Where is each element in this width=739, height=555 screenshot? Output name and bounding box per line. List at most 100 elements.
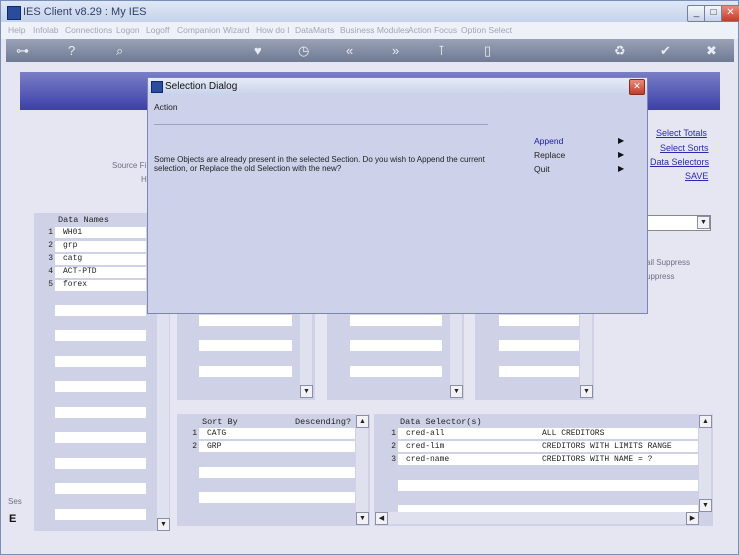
scroll-down-icon[interactable]: ▼ [300,385,313,398]
list-item[interactable]: GRP [207,442,221,451]
search-icon[interactable]: ⌕ [116,43,123,59]
data-names-header: Data Names [58,215,110,225]
select-totals-link[interactable]: Select Totals [656,128,707,138]
list-item-description: ALL CREDITORS [542,429,605,438]
pin-icon[interactable]: ⊺ [438,43,445,59]
list-item[interactable]: CATG [207,429,226,438]
quit-option-label: Quit [534,164,550,174]
selection-dialog: Selection Dialog ✕ Action Some Objects a… [147,77,648,314]
scroll-down-icon[interactable]: ▼ [356,512,369,525]
help-icon[interactable]: ? [68,43,75,58]
list-item-number: 5 [48,280,53,289]
title-bar: IES Client v8.29 : My IES _ □ ✕ [1,1,739,22]
list-panel-4-scrollbar[interactable]: ▼ [580,312,593,398]
list-item[interactable]: WH01 [63,228,82,237]
list-item-number: 4 [48,267,53,276]
menu-logon[interactable]: Logon [116,25,140,35]
menu-option-select[interactable]: Option Select [461,25,512,35]
chevron-right-icon: ▶ [618,136,625,145]
scroll-up-icon[interactable]: ▲ [356,415,369,428]
divider [154,124,488,125]
list-item-number: 1 [391,429,396,438]
e-mark: E [9,513,17,525]
menu-how-do-i[interactable]: How do I [256,25,290,35]
document-icon[interactable]: ▯ [484,43,491,59]
key-icon[interactable]: ⊶ [16,43,29,59]
sort-by-scrollbar[interactable]: ▲ ▼ [356,414,369,525]
h-label: H [141,175,147,184]
list-panel-3: ▼ [327,312,464,400]
list-panel-4: ▼ [475,312,594,400]
chevron-right-icon: ▶ [618,150,625,159]
descending-header: Descending? [295,417,352,427]
dialog-close-button[interactable]: ✕ [629,79,645,95]
app-icon [7,6,21,20]
list-panel-2: ▼ [177,312,315,400]
append-option-label: Append [534,136,564,146]
list-item-description: CREDITORS WITH NAME = ? [542,455,653,464]
list-panel-3-scrollbar[interactable]: ▼ [450,312,463,398]
menu-connections[interactable]: Connections [65,25,112,35]
list-item[interactable]: grp [63,241,77,250]
chevron-right-icon: ▶ [618,164,625,173]
menu-companion[interactable]: Companion [177,25,220,35]
scroll-down-icon[interactable]: ▼ [699,499,712,512]
check-icon[interactable]: ✔ [660,43,671,59]
list-item[interactable]: forex [63,280,87,289]
menu-help[interactable]: Help [8,25,25,35]
dialog-title: Selection Dialog [165,81,238,92]
list-item-number: 2 [192,442,197,451]
list-item-number: 2 [391,442,396,451]
session-label: Ses [8,497,22,506]
rewind-icon[interactable]: « [346,43,353,58]
app-icon [151,81,163,93]
append-option[interactable]: Append ▶ [534,135,626,147]
list-panel-2-scrollbar[interactable]: ▼ [300,312,313,398]
data-selectors-hscrollbar[interactable]: ◀ ▶ [374,512,699,525]
list-item[interactable]: catg [63,254,82,263]
sort-by-header: Sort By [202,417,238,427]
menu-infolab[interactable]: Infolab [33,25,59,35]
dialog-title-bar: Selection Dialog ✕ [148,78,647,95]
forward-icon[interactable]: » [392,43,399,58]
suppress-label: uppress [646,272,675,281]
menu-logoff[interactable]: Logoff [146,25,169,35]
menu-business-modules[interactable]: Business Modules [340,25,409,35]
list-item-number: 3 [48,254,53,263]
list-item-number: 3 [391,455,396,464]
dialog-message: Some Objects are already present in the … [154,155,485,173]
detail-suppress-label: ail Suppress [646,258,691,267]
scroll-down-icon[interactable]: ▼ [580,385,593,398]
scroll-down-icon[interactable]: ▼ [450,385,463,398]
menu-bar: Help Infolab Connections Logon Logoff Co… [1,22,738,39]
menu-wizard[interactable]: Wizard [223,25,249,35]
option-dropdown[interactable]: ▼ [646,215,711,231]
recycle-icon[interactable]: ♻ [614,43,626,59]
clock-icon[interactable]: ◷ [298,43,309,59]
list-item[interactable]: cred-name [406,455,449,464]
cancel-icon[interactable]: ✖ [706,43,717,59]
chevron-down-icon[interactable]: ▼ [697,216,710,229]
scroll-up-icon[interactable]: ▲ [699,415,712,428]
scroll-down-icon[interactable]: ▼ [157,518,170,531]
save-link[interactable]: SAVE [685,171,708,181]
data-selectors-link[interactable]: Data Selectors [650,157,709,167]
replace-option-label: Replace [534,150,566,160]
list-item[interactable]: ACT-PTD [63,267,97,276]
list-item[interactable]: cred-all [406,429,444,438]
scroll-left-icon[interactable]: ◀ [375,512,388,525]
replace-option[interactable]: Replace ▶ [534,149,626,161]
close-window-button[interactable]: ✕ [721,5,739,22]
toolbar: ⊶ ? ⌕ ♥ ◷ « » ⊺ ▯ ♻ ✔ ✖ [6,39,734,62]
sort-by-panel: Sort By Descending? 1 CATG 2 GRP ▲ ▼ [177,414,370,526]
scroll-right-icon[interactable]: ▶ [686,512,699,525]
menu-action-focus[interactable]: Action Focus [408,25,457,35]
data-selectors-header: Data Selector(s) [400,417,482,427]
data-selectors-vscrollbar[interactable]: ▲ ▼ [699,414,712,512]
select-sorts-link[interactable]: Select Sorts [660,143,709,153]
menu-datamarts[interactable]: DataMarts [295,25,334,35]
list-item-description: CREDITORS WITH LIMITS RANGE [542,442,672,451]
quit-option[interactable]: Quit ▶ [534,163,626,175]
heart-icon[interactable]: ♥ [254,43,262,58]
list-item[interactable]: cred-lim [406,442,444,451]
